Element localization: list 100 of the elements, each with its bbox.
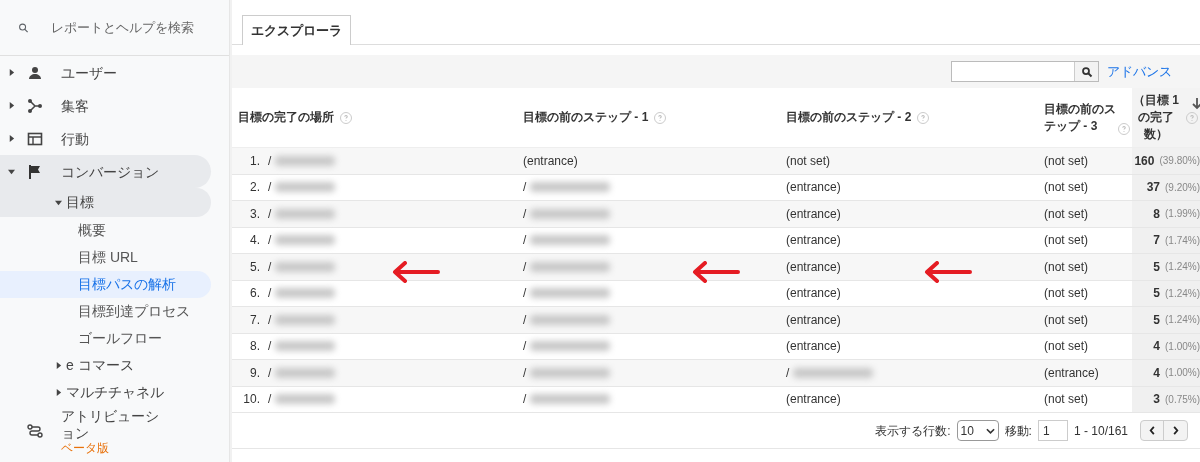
table-cell-text: (not set) — [1044, 338, 1088, 356]
table-cell-text: (not set) — [1044, 285, 1088, 303]
table-cell-text: (39.80%) — [1159, 154, 1200, 169]
beta-label: ベータ版 — [61, 441, 110, 455]
arrow-icon — [390, 261, 440, 283]
caret-icon — [55, 199, 62, 206]
table-cell-text: (not set) — [1044, 311, 1088, 329]
redaction-blur — [275, 208, 336, 219]
redaction-blur — [275, 182, 336, 193]
tab[interactable]: エクスプローラ — [242, 15, 351, 45]
chevron-left-icon — [1148, 426, 1156, 435]
row-number: 10. — [242, 391, 261, 409]
table-cell-text: / — [523, 285, 527, 303]
column-header[interactable]: 目標の完了の場所 — [238, 109, 334, 126]
advanced-link[interactable]: アドバンス — [1107, 61, 1172, 82]
table-cell-text: (entrance) — [523, 152, 578, 170]
path-icon — [27, 423, 43, 439]
table-cell-text: (9.20%) — [1165, 180, 1200, 195]
table-cell-text: / — [523, 338, 527, 356]
table-cell-text: / — [268, 205, 272, 223]
nav-item[interactable]: コンバージョン — [0, 155, 211, 188]
table-cell-text: / — [268, 311, 272, 329]
row-number: 7. — [249, 311, 261, 329]
table-cell-text: 5 — [1153, 311, 1160, 329]
table-cell-text: / — [268, 364, 272, 382]
rows-dropdown[interactable]: 10 — [956, 420, 999, 441]
table-cell-text: (entrance) — [786, 285, 841, 303]
window-icon — [27, 130, 43, 147]
nav-item[interactable]: アトリビューション ベータ版 — [0, 406, 211, 456]
table-cell-text: (not set) — [1044, 152, 1088, 170]
table-cell-text: 37 — [1146, 179, 1160, 197]
redaction-blur — [275, 314, 336, 325]
table-cell-text: (1.24%) — [1165, 313, 1200, 328]
nav-item[interactable]: 目標到達プロセス — [0, 298, 211, 325]
search-icon — [1080, 65, 1093, 78]
table-cell-text: / — [268, 391, 272, 409]
table-cell-text: / — [786, 364, 790, 382]
nav-item[interactable]: e コマース — [0, 352, 211, 379]
column-header[interactable]: 目標の前のステップ - 1 — [523, 109, 649, 126]
caret-icon — [8, 135, 15, 142]
branch-icon — [27, 97, 43, 114]
table-cell-text: / — [523, 311, 527, 329]
caret-icon — [8, 69, 15, 76]
table-cell-text: (not set) — [1044, 179, 1088, 197]
nav-item[interactable]: 概要 — [0, 217, 211, 244]
nav-item[interactable]: 行動 — [0, 122, 211, 155]
nav-item[interactable]: 目標パスの解析 — [0, 271, 211, 298]
nav-item[interactable]: マルチチャネル — [0, 379, 211, 406]
table-cell-text: (1.24%) — [1165, 286, 1200, 301]
table-cell-text: / — [268, 152, 272, 170]
table-cell-text: / — [268, 232, 272, 250]
page-range: 1 - 10/161 — [1073, 422, 1128, 440]
table-cell-text: (not set) — [1044, 232, 1088, 250]
goto-field[interactable]: 1 — [1037, 420, 1068, 441]
redaction-blur — [275, 367, 336, 378]
table-search-field[interactable] — [951, 61, 1099, 82]
arrow-icon — [690, 261, 740, 283]
table-cell-text: (not set) — [1044, 391, 1088, 409]
table-cell-text: / — [268, 338, 272, 356]
arrow-icon — [922, 261, 972, 283]
caret-icon — [55, 362, 62, 369]
nav-item[interactable]: ユーザー — [0, 56, 211, 89]
table-cell-text: (1.24%) — [1165, 260, 1200, 275]
column-header[interactable]: 目標の前のステップ - 3 — [1044, 100, 1116, 135]
nav-item[interactable]: ゴールフロー — [0, 325, 211, 352]
column-header[interactable]: 目標の前のステップ - 2 — [786, 109, 912, 126]
goto-label: 移動: — [1004, 422, 1032, 440]
nav-item[interactable]: 目標 URL — [0, 244, 211, 271]
table-cell-text: / — [523, 258, 527, 276]
table-cell-text: 7 — [1153, 232, 1160, 250]
nav-item[interactable]: 集客 — [0, 89, 211, 122]
chevron-right-icon — [1172, 426, 1179, 435]
table-cell-text: / — [523, 364, 527, 382]
person-icon — [27, 64, 43, 81]
table-cell-text: (entrance) — [786, 391, 841, 409]
redaction-blur — [275, 261, 336, 272]
flag-icon — [27, 163, 43, 180]
redaction-blur — [275, 341, 336, 352]
rows-label: 表示する行数: — [875, 422, 951, 440]
row-number: 1. — [249, 152, 261, 170]
chevron-down-icon — [985, 427, 995, 434]
nav-item[interactable]: 目標 — [0, 188, 211, 217]
table-cell-text: (entrance) — [786, 179, 841, 197]
table-cell-text: 3 — [1153, 391, 1160, 409]
caret-icon — [8, 168, 15, 175]
table-cell-text: / — [523, 232, 527, 250]
table-cell-text: (not set) — [1044, 205, 1088, 223]
row-number: 4. — [249, 232, 261, 250]
redaction-blur — [275, 394, 336, 405]
table-cell-text: / — [523, 205, 527, 223]
redaction-blur — [275, 235, 336, 246]
row-number: 3. — [249, 205, 261, 223]
search-field[interactable]: レポートとヘルプを検索 — [51, 17, 211, 38]
table-cell-text: / — [523, 179, 527, 197]
redaction-blur — [275, 288, 336, 299]
table-cell-text: (1.00%) — [1165, 339, 1200, 354]
table-cell-text: (entrance) — [786, 338, 841, 356]
table-cell-text: (1.74%) — [1165, 233, 1200, 248]
redaction-blur — [275, 155, 336, 166]
table-cell-text: 5 — [1153, 258, 1160, 276]
